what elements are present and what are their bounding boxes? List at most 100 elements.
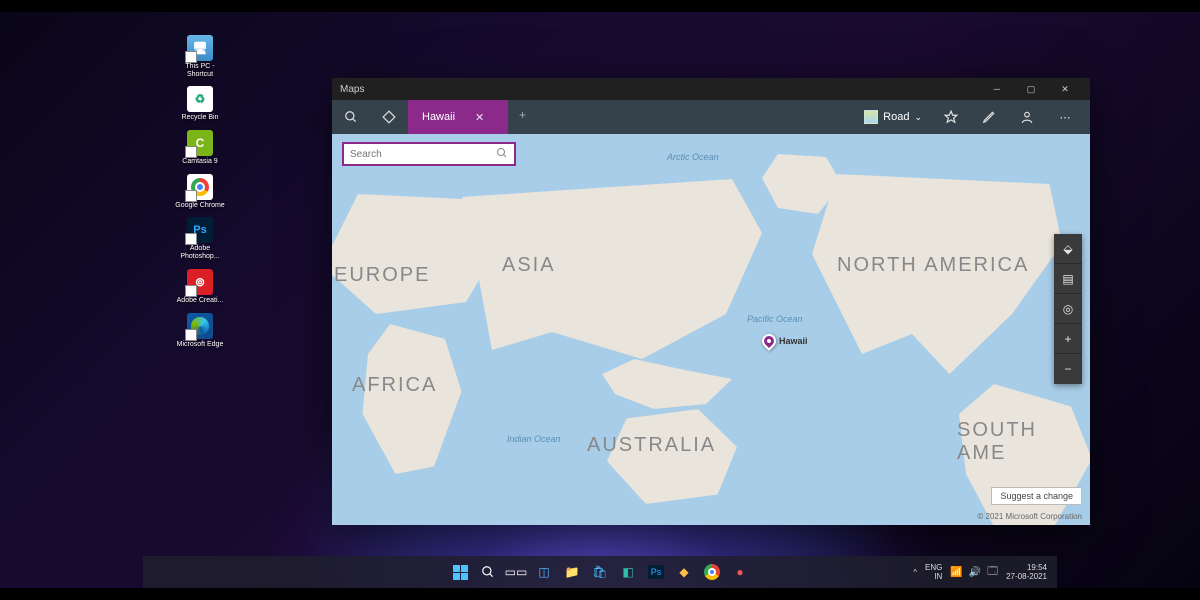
continent-label-sa: SOUTH AME [957, 419, 1090, 465]
more-button[interactable]: ⋯ [1046, 111, 1084, 124]
tray-icons[interactable]: 📶 🔊 🗔 [950, 564, 998, 581]
chrome-icon [704, 564, 720, 580]
desktop-icon-edge[interactable]: Microsoft Edge [175, 313, 225, 349]
tilt-icon: ▤ [1062, 272, 1073, 286]
taskbar-taskview[interactable]: ▭▭ [505, 561, 527, 583]
edge-icon [187, 313, 213, 339]
icon-label: Google Chrome [175, 202, 224, 210]
app-toolbar: Hawaii ✕ Road ⌄ ⋯ [332, 100, 1090, 134]
map-style-label: Road [883, 111, 909, 123]
clock[interactable]: 19:54 27-08-2021 [1006, 563, 1047, 581]
ocean-label-pacific: Pacific Ocean [747, 314, 803, 324]
desktop-icon-recycle-bin[interactable]: ♻ Recycle Bin [175, 86, 225, 122]
pin-label: Hawaii [779, 336, 808, 346]
ink-button[interactable] [970, 110, 1008, 124]
taskbar: ▭▭ ◫ 📁 🛍 ◧ Ps ◆ ● ^ ENG IN 📶 🔊 🗔 19:54 [143, 556, 1057, 588]
locate-button[interactable]: ◎ [1054, 294, 1082, 324]
continent-label-africa: AFRICA [352, 374, 437, 397]
zoom-out-button[interactable]: − [1054, 354, 1082, 384]
tray-chevron[interactable]: ^ [913, 568, 917, 577]
close-button[interactable]: ✕ [1048, 78, 1082, 100]
plus-icon: + [1064, 332, 1071, 346]
lang-bottom: IN [934, 572, 942, 581]
system-tray: ^ ENG IN 📶 🔊 🗔 19:54 27-08-2021 [913, 563, 1057, 581]
maps-window: Maps ─ ▢ ✕ Hawaii ✕ Road ⌄ [332, 78, 1090, 525]
taskbar-explorer[interactable]: 📁 [561, 561, 583, 583]
window-title: Maps [340, 84, 980, 95]
taskbar-widgets[interactable]: ◫ [533, 561, 555, 583]
search-input[interactable] [350, 149, 496, 160]
taskbar-photoshop[interactable]: Ps [645, 561, 667, 583]
taskbar-store[interactable]: 🛍 [589, 561, 611, 583]
icon-label: Microsoft Edge [177, 341, 224, 349]
continent-label-asia: ASIA [502, 254, 556, 277]
ellipsis-icon: ⋯ [1060, 111, 1071, 124]
toolbar-right: Road ⌄ ⋯ [854, 100, 1090, 134]
icon-label: Adobe Creati... [177, 297, 224, 305]
titlebar[interactable]: Maps ─ ▢ ✕ [332, 78, 1090, 100]
zoom-in-button[interactable]: + [1054, 324, 1082, 354]
tab-label: Hawaii [422, 111, 455, 123]
continent-label-na: NORTH AMERICA [837, 254, 1029, 277]
monitor-icon: 🖥 [187, 35, 213, 61]
taskbar-search[interactable] [477, 561, 499, 583]
taskbar-app-1[interactable]: ◧ [617, 561, 639, 583]
map-style-dropdown[interactable]: Road ⌄ [854, 100, 932, 134]
taskbar-app-3[interactable]: ● [729, 561, 751, 583]
maximize-button[interactable]: ▢ [1014, 78, 1048, 100]
taskbar-app-2[interactable]: ◆ [673, 561, 695, 583]
chevron-down-icon: ⌄ [914, 112, 922, 123]
target-icon: ◎ [1063, 302, 1073, 316]
icon-label: This PC - Shortcut [175, 63, 225, 78]
minimize-button[interactable]: ─ [980, 78, 1014, 100]
account-button[interactable] [1008, 110, 1046, 124]
directions-button[interactable] [370, 100, 408, 134]
desktop-icon-camtasia[interactable]: C Camtasia 9 [175, 130, 225, 166]
battery-icon: 🗔 [987, 564, 998, 581]
taskbar-chrome[interactable] [701, 561, 723, 583]
desktop-icon-photoshop[interactable]: Ps Adobe Photoshop... [175, 217, 225, 260]
continent-label-australia: AUSTRALIA [587, 434, 716, 457]
desktop-icon-this-pc[interactable]: 🖥 This PC - Shortcut [175, 35, 225, 78]
chrome-icon [187, 174, 213, 200]
location-tab[interactable]: Hawaii ✕ [408, 100, 508, 134]
map-pin-hawaii[interactable]: Hawaii [762, 334, 808, 348]
continent-label-europe: EUROPE [334, 264, 430, 287]
creative-cloud-icon: ⊚ [187, 269, 213, 295]
app-icon: ◧ [622, 565, 633, 579]
search-tool-button[interactable] [332, 100, 370, 134]
map-canvas[interactable]: EUROPE ASIA NORTH AMERICA AFRICA AUSTRAL… [332, 134, 1090, 525]
ocean-label-arctic: Arctic Ocean [667, 152, 719, 162]
recycle-icon: ♻ [187, 86, 213, 112]
suggest-change-button[interactable]: Suggest a change [991, 487, 1082, 505]
landmass [357, 324, 467, 474]
app-icon: ◆ [679, 565, 688, 579]
search-icon[interactable] [496, 147, 508, 162]
map-search-box[interactable] [342, 142, 516, 166]
map-controls: ⬙ ▤ ◎ + − [1054, 234, 1082, 384]
map-copyright: © 2021 Microsoft Corporation [977, 512, 1082, 521]
taskview-icon: ▭▭ [505, 565, 528, 579]
taskbar-center: ▭▭ ◫ 📁 🛍 ◧ Ps ◆ ● [449, 561, 751, 583]
compass-icon: ⬙ [1063, 242, 1072, 256]
letterbox-bottom [0, 588, 1200, 600]
tab-close-icon[interactable]: ✕ [475, 111, 484, 124]
desktop-icon-chrome[interactable]: Google Chrome [175, 174, 225, 210]
language-indicator[interactable]: ENG IN [925, 563, 942, 581]
start-button[interactable] [449, 561, 471, 583]
tilt-button[interactable]: ▤ [1054, 264, 1082, 294]
favorites-button[interactable] [932, 110, 970, 124]
volume-icon: 🔊 [969, 567, 981, 578]
desktop-icons-column: 🖥 This PC - Shortcut ♻ Recycle Bin C Cam… [175, 35, 225, 348]
camtasia-icon: C [187, 130, 213, 156]
desktop-icon-creative-cloud[interactable]: ⊚ Adobe Creati... [175, 269, 225, 305]
compass-button[interactable]: ⬙ [1054, 234, 1082, 264]
landmass [602, 359, 732, 409]
star-icon [944, 110, 958, 124]
road-swatch-icon [864, 110, 878, 124]
pen-icon [982, 110, 996, 124]
letterbox-top [0, 0, 1200, 12]
pin-icon [759, 331, 779, 351]
icon-label: Recycle Bin [182, 114, 219, 122]
lang-top: ENG [925, 563, 942, 572]
